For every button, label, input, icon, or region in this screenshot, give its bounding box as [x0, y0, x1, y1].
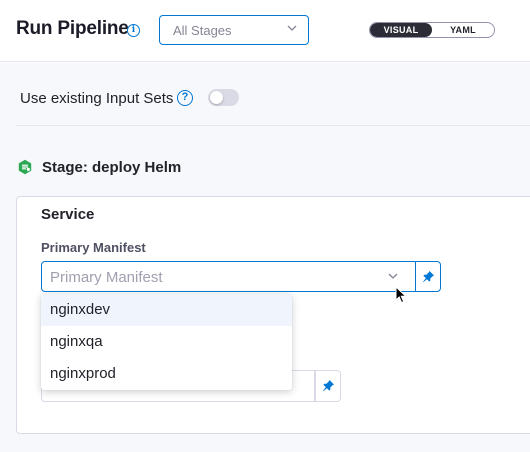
pin-icon [323, 380, 334, 392]
yaml-toggle-button[interactable]: YAML [432, 23, 494, 37]
stage-select-dropdown[interactable]: All Stages [159, 15, 309, 45]
primary-manifest-select[interactable]: Primary Manifest [41, 261, 416, 292]
primary-manifest-label: Primary Manifest [41, 240, 146, 255]
view-toggle: VISUAL YAML [369, 22, 495, 38]
chevron-down-icon [388, 273, 398, 279]
manifest-option[interactable]: nginxprod [41, 358, 292, 390]
info-icon[interactable]: i [127, 24, 140, 37]
service-section-title: Service [41, 206, 95, 223]
manifest-option[interactable]: nginxdev [41, 294, 292, 326]
visual-toggle-button[interactable]: VISUAL [370, 23, 432, 37]
chevron-down-icon [287, 25, 297, 31]
page-title: Run Pipeline [16, 18, 129, 39]
switch-knob [210, 91, 223, 104]
input-sets-switch[interactable] [208, 89, 239, 106]
stage-select-value: All Stages [173, 23, 232, 38]
page-header: Run Pipeline i All Stages VISUAL YAML [0, 0, 530, 62]
primary-manifest-placeholder: Primary Manifest [50, 269, 163, 286]
input-sets-label: Use existing Input Sets [20, 90, 174, 107]
runtime-input-pin-button[interactable] [315, 370, 341, 402]
manifest-option[interactable]: nginxqa [41, 326, 292, 358]
stage-label: Stage: deploy Helm [42, 159, 182, 176]
help-icon[interactable]: ? [177, 90, 193, 106]
pin-icon [423, 271, 434, 283]
runtime-input-pin-button[interactable] [415, 261, 441, 292]
mouse-cursor-icon [395, 286, 407, 304]
helm-deploy-stage-icon [18, 159, 32, 175]
primary-manifest-options: nginxdev nginxqa nginxprod [41, 294, 292, 390]
section-divider [16, 125, 530, 126]
